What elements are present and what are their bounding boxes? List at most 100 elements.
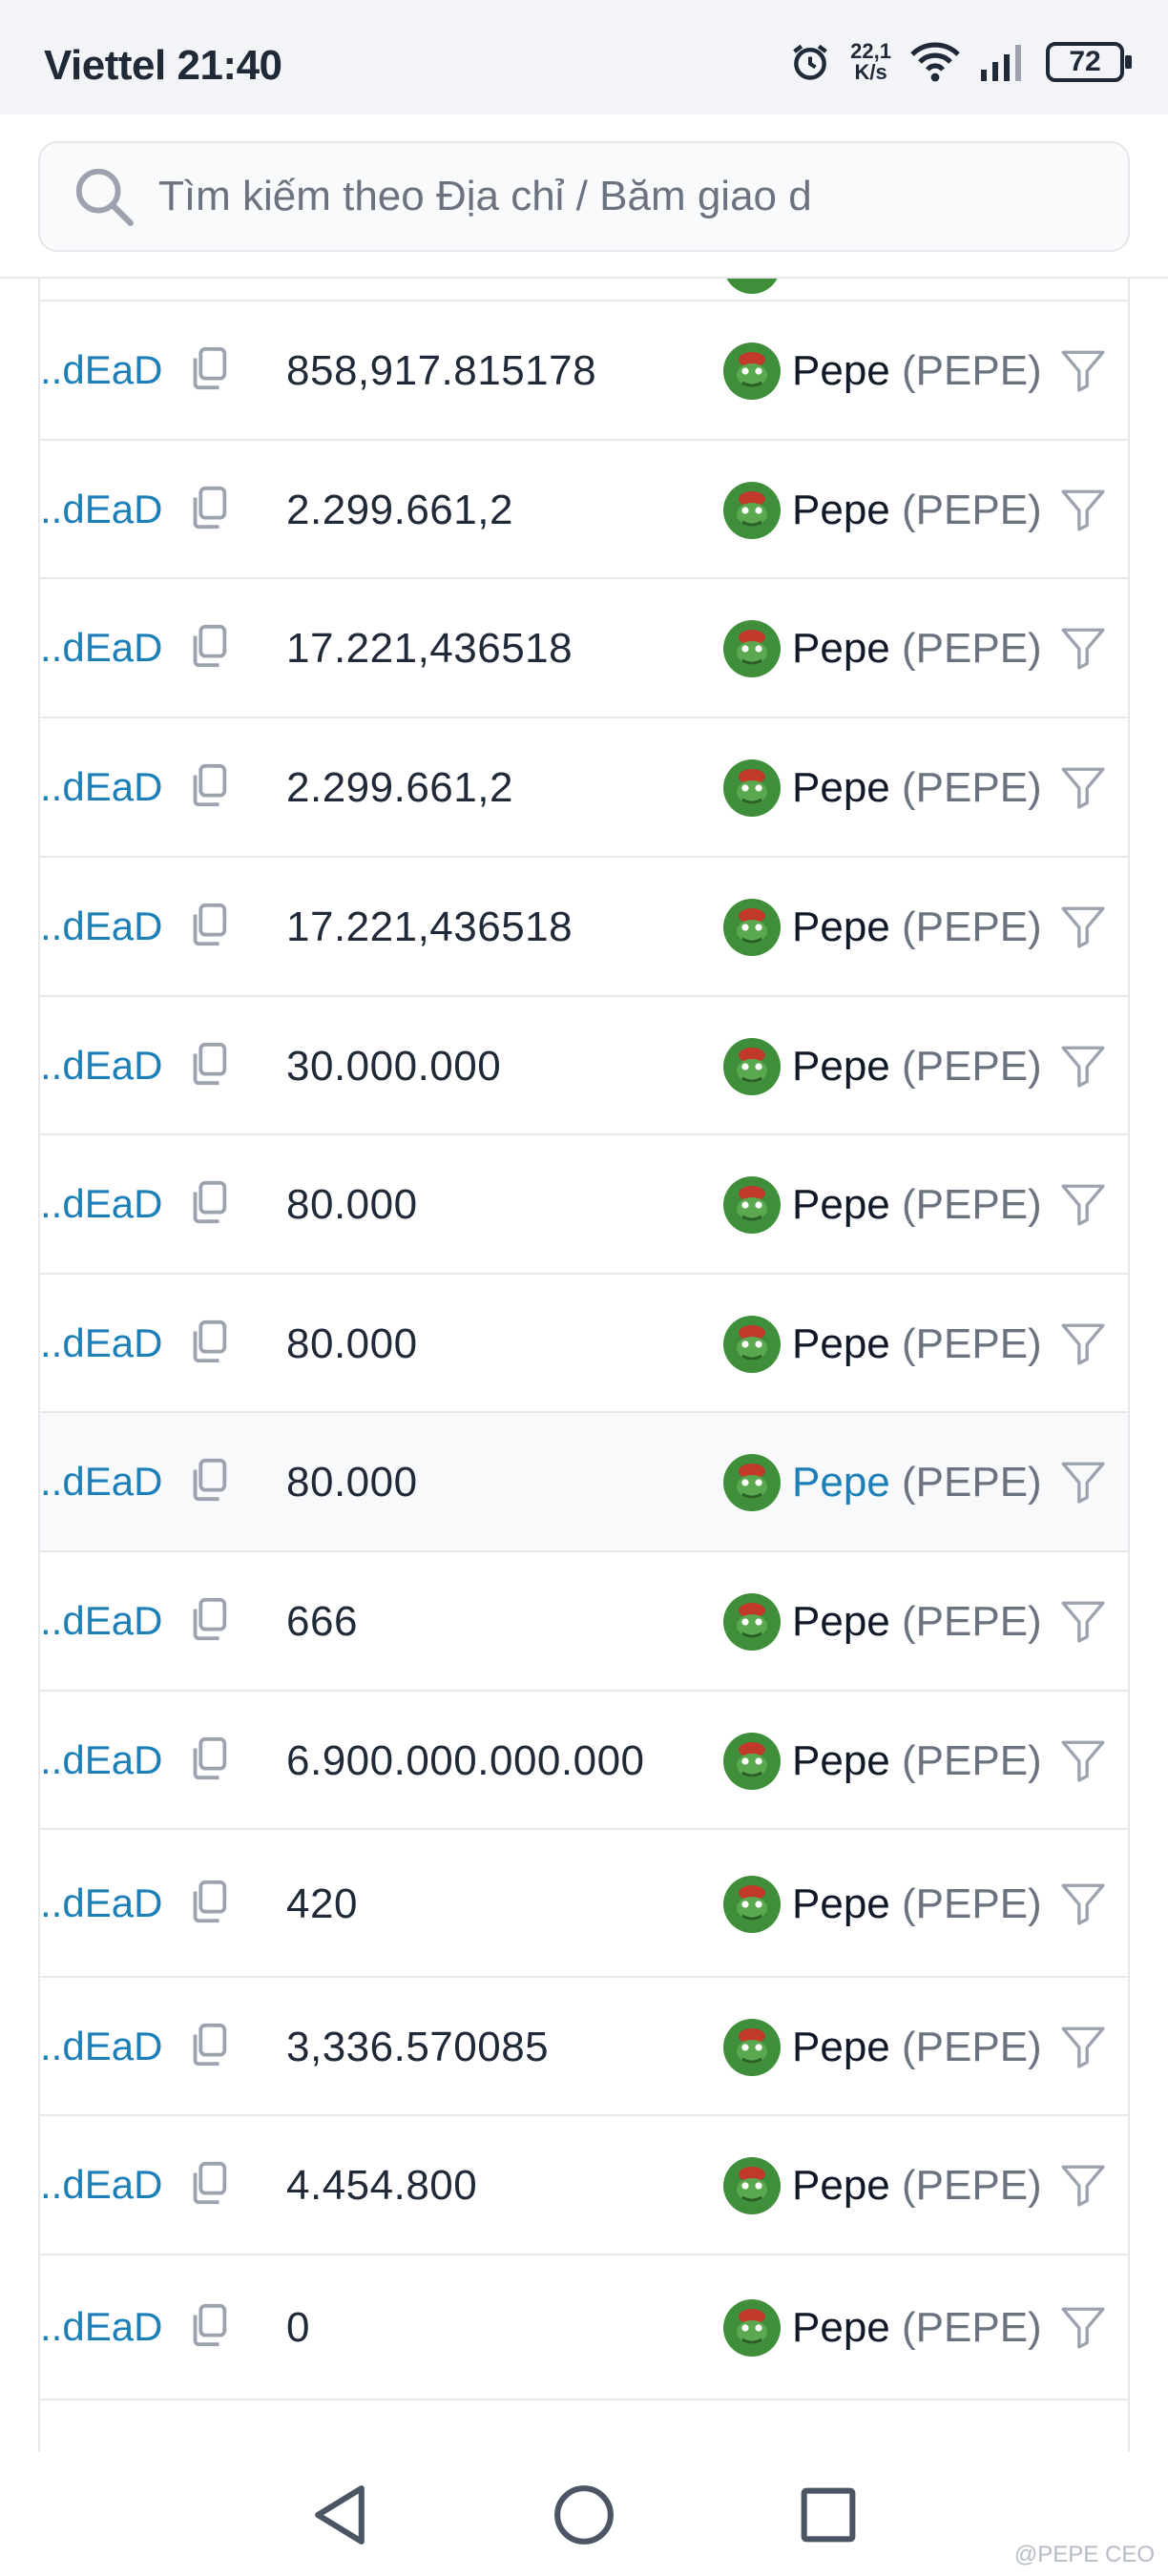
address-link[interactable]: ..dEaD xyxy=(40,1320,162,1366)
copy-icon[interactable] xyxy=(187,1879,229,1926)
token-link[interactable]: Pepe (PEPE) xyxy=(792,1598,1042,1646)
token-link[interactable]: Pepe (PEPE) xyxy=(792,764,1042,812)
copy-icon[interactable] xyxy=(187,2022,229,2069)
token-name: Pepe xyxy=(792,1598,890,1645)
token-link[interactable]: Pepe (PEPE) xyxy=(792,1880,1042,1928)
filter-icon[interactable] xyxy=(1059,2023,1107,2070)
token-symbol: (PEPE) xyxy=(902,1319,1042,1367)
copy-icon[interactable] xyxy=(187,1319,229,1366)
pepe-logo-icon xyxy=(723,1875,781,1933)
token-link[interactable]: Pepe (PEPE) xyxy=(792,904,1042,951)
address-link[interactable]: ..dEaD xyxy=(40,904,162,949)
pepe-logo-icon xyxy=(723,1176,781,1234)
filter-icon[interactable] xyxy=(1059,2161,1107,2209)
search-placeholder: Tìm kiếm theo Địa chỉ / Băm giao d xyxy=(158,173,812,219)
pepe-logo-icon xyxy=(723,2157,781,2214)
copy-icon[interactable] xyxy=(187,1596,229,1644)
copy-icon[interactable] xyxy=(187,1179,229,1227)
status-bar: Viettel 21:40 22,1 K/s 72 xyxy=(0,0,1168,114)
filter-icon[interactable] xyxy=(1059,1880,1107,1927)
pepe-logo-icon xyxy=(723,343,781,400)
search-input[interactable]: Tìm kiếm theo Địa chỉ / Băm giao d xyxy=(38,141,1130,252)
address-link[interactable]: ..dEaD xyxy=(40,487,162,532)
token-name: Pepe xyxy=(792,764,890,811)
token-name: Pepe xyxy=(792,1181,890,1228)
address-link[interactable]: ..dEaD xyxy=(40,1043,162,1089)
table-row: ..dEaD 420 Pepe (PEPE) xyxy=(40,1828,1128,1976)
address-link[interactable]: ..dEaD xyxy=(40,2024,162,2069)
address-link[interactable]: ..dEaD xyxy=(40,347,162,393)
address-link[interactable]: ..dEaD xyxy=(40,2162,162,2208)
address-link[interactable]: ..dEaD xyxy=(40,764,162,810)
token-symbol: (PEPE) xyxy=(902,1880,1042,1927)
transfer-amount: 420 xyxy=(286,1880,358,1927)
pepe-logo-icon xyxy=(723,1732,781,1790)
filter-icon[interactable] xyxy=(1059,624,1107,672)
address-link[interactable]: ..dEaD xyxy=(40,625,162,671)
table-row-partial xyxy=(40,279,1128,300)
token-link[interactable]: Pepe (PEPE) xyxy=(792,1320,1042,1368)
token-symbol: (PEPE) xyxy=(902,1459,1042,1506)
filter-icon[interactable] xyxy=(1059,2303,1107,2351)
address-link[interactable]: ..dEaD xyxy=(40,1459,162,1505)
table-row: ..dEaD 4.454.800 Pepe (PEPE) xyxy=(40,2114,1128,2254)
filter-icon[interactable] xyxy=(1059,346,1107,394)
home-icon[interactable] xyxy=(548,2479,620,2551)
address-link[interactable]: ..dEaD xyxy=(40,1737,162,1783)
filter-icon[interactable] xyxy=(1059,1458,1107,1506)
filter-icon[interactable] xyxy=(1059,903,1107,950)
token-name: Pepe xyxy=(792,1319,890,1367)
system-nav-bar: @PEPE CEO xyxy=(0,2452,1168,2576)
table-row: ..dEaD 2.299.661,2 Pepe (PEPE) xyxy=(40,439,1128,577)
token-link[interactable]: Pepe (PEPE) xyxy=(792,347,1042,395)
address-link[interactable]: ..dEaD xyxy=(40,1598,162,1644)
token-link[interactable]: Pepe (PEPE) xyxy=(792,1737,1042,1785)
filter-icon[interactable] xyxy=(1059,763,1107,811)
signal-icon xyxy=(981,45,1021,81)
copy-icon[interactable] xyxy=(187,2302,229,2350)
token-symbol: (PEPE) xyxy=(902,1598,1042,1645)
copy-icon[interactable] xyxy=(187,1041,229,1089)
token-link[interactable]: Pepe (PEPE) xyxy=(792,2024,1042,2071)
copy-icon[interactable] xyxy=(187,485,229,532)
token-link[interactable]: Pepe (PEPE) xyxy=(792,1043,1042,1091)
address-link[interactable]: ..dEaD xyxy=(40,2304,162,2350)
table-row-divider xyxy=(40,2399,1128,2400)
copy-icon[interactable] xyxy=(187,623,229,671)
alarm-icon xyxy=(793,44,827,80)
token-link[interactable]: Pepe (PEPE) xyxy=(792,625,1042,673)
token-name: Pepe xyxy=(792,2162,890,2209)
pepe-logo-icon xyxy=(723,1315,781,1373)
copy-icon[interactable] xyxy=(187,902,229,949)
transfer-amount: 2.299.661,2 xyxy=(286,486,513,533)
token-link[interactable]: Pepe (PEPE) xyxy=(792,1459,1042,1506)
table-row: ..dEaD 17.221,436518 Pepe (PEPE) xyxy=(40,577,1128,717)
table-row: ..dEaD 666 Pepe (PEPE) xyxy=(40,1550,1128,1690)
address-link[interactable]: ..dEaD xyxy=(40,1181,162,1227)
copy-icon[interactable] xyxy=(187,1457,229,1505)
network-speed: 22,1 K/s xyxy=(850,41,891,83)
filter-icon[interactable] xyxy=(1059,1736,1107,1784)
address-link[interactable]: ..dEaD xyxy=(40,1880,162,1926)
filter-icon[interactable] xyxy=(1059,1042,1107,1090)
token-link[interactable]: Pepe (PEPE) xyxy=(792,487,1042,534)
table-row: ..dEaD 30.000.000 Pepe (PEPE) xyxy=(40,995,1128,1133)
token-symbol: (PEPE) xyxy=(902,904,1042,950)
battery-level: 72 xyxy=(1069,46,1101,77)
copy-icon[interactable] xyxy=(187,762,229,810)
filter-icon[interactable] xyxy=(1059,1597,1107,1645)
filter-icon[interactable] xyxy=(1059,1319,1107,1367)
token-symbol: (PEPE) xyxy=(902,2304,1042,2351)
copy-icon[interactable] xyxy=(187,345,229,393)
token-link[interactable]: Pepe (PEPE) xyxy=(792,2162,1042,2210)
copy-icon[interactable] xyxy=(187,1735,229,1783)
filter-icon[interactable] xyxy=(1059,1180,1107,1228)
recents-icon[interactable] xyxy=(792,2479,865,2551)
token-symbol: (PEPE) xyxy=(902,2162,1042,2209)
filter-icon[interactable] xyxy=(1059,486,1107,533)
back-icon[interactable] xyxy=(303,2479,376,2551)
token-link[interactable]: Pepe (PEPE) xyxy=(792,1181,1042,1229)
copy-icon[interactable] xyxy=(187,2160,229,2208)
token-link[interactable]: Pepe (PEPE) xyxy=(792,2304,1042,2352)
token-name: Pepe xyxy=(792,1459,890,1506)
